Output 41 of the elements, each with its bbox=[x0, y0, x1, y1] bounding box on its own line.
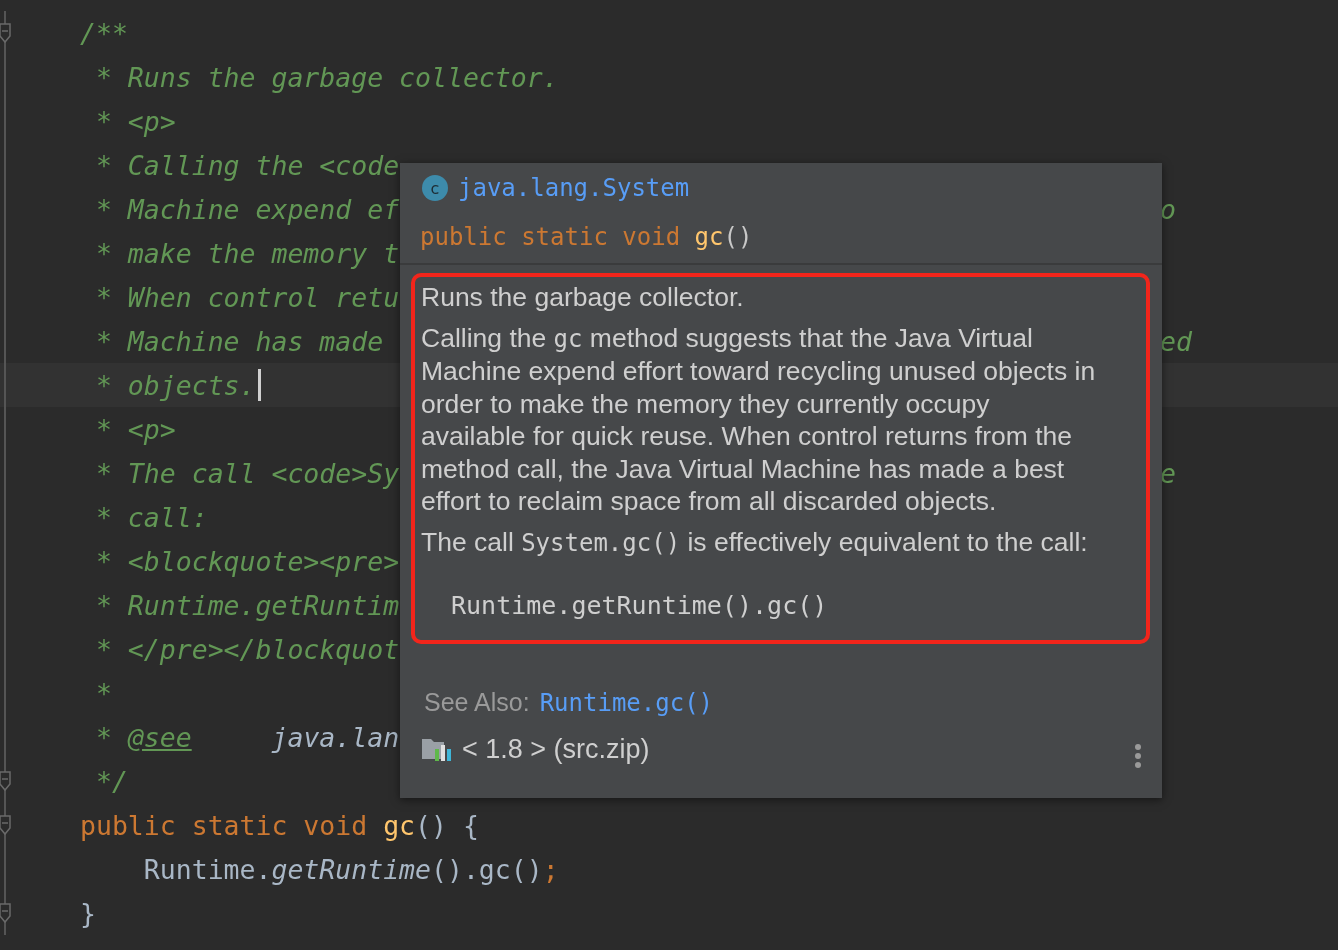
library-icon bbox=[422, 737, 454, 761]
code-line: public static void gc() { bbox=[80, 809, 479, 841]
code-line: * <blockquote><pre> bbox=[94, 545, 400, 577]
code-example: Runtime.getRuntime().gc() bbox=[450, 590, 829, 620]
code-line: * bbox=[94, 677, 112, 709]
code-line: * </pre></blockquot bbox=[94, 633, 400, 665]
class-badge: c bbox=[422, 175, 448, 201]
code-line: * @see java.lan bbox=[94, 721, 400, 753]
code-line: * The call <code>Sy bbox=[94, 457, 400, 489]
fold-icon[interactable] bbox=[0, 770, 11, 792]
code-line: * Machine has made bbox=[94, 325, 384, 357]
method-signature: public static void gc() bbox=[419, 222, 754, 253]
code-fragment: ed bbox=[1160, 325, 1193, 357]
code-fragment: o bbox=[1160, 193, 1177, 225]
code-line: * make the memory t bbox=[94, 237, 400, 269]
code-line: Runtime.getRuntime().gc(); bbox=[142, 853, 559, 885]
text-caret bbox=[257, 369, 261, 401]
see-also-link[interactable]: Runtime.gc() bbox=[539, 689, 714, 717]
code-line: * Calling the <code bbox=[94, 149, 400, 181]
code-line: * objects. bbox=[94, 369, 256, 401]
see-also-label: See Also: bbox=[424, 688, 530, 717]
code-fragment: e bbox=[1160, 457, 1177, 489]
code-line: * Runs the garbage collector. bbox=[94, 61, 559, 93]
class-name[interactable]: java.lang.System bbox=[458, 174, 690, 202]
code-line: * When control retu bbox=[94, 281, 400, 313]
code-line: * Runtime.getRuntim bbox=[94, 589, 400, 621]
code-line: * <p> bbox=[94, 413, 176, 445]
code-line: /** bbox=[80, 17, 128, 49]
description-text: Calling the gc method suggests that the Java Virtual Machine expend effort toward recycling unused objects in order to make the memory they currently occupy available for quick reuse. When control returns from the method call, the Java Virtual Machine has made a best effort to reclaim space from all discarded objects. bbox=[421, 321, 1096, 518]
fold-icon[interactable] bbox=[0, 22, 11, 44]
fold-icon[interactable] bbox=[0, 902, 11, 924]
description-text: Runs the garbage collector. bbox=[421, 281, 745, 314]
description-text: The call System.gc() is effectively equivalent to the call: bbox=[421, 525, 1089, 559]
more-options-icon[interactable] bbox=[1134, 743, 1142, 769]
library-label: < 1.8 > (src.zip) bbox=[462, 733, 650, 765]
code-line: * Machine expend ef bbox=[94, 193, 400, 225]
code-line: * <p> bbox=[94, 105, 176, 137]
code-line: } bbox=[80, 897, 96, 929]
code-line: */ bbox=[94, 765, 128, 797]
code-line: * call: bbox=[94, 501, 208, 533]
fold-icon[interactable] bbox=[0, 814, 11, 836]
